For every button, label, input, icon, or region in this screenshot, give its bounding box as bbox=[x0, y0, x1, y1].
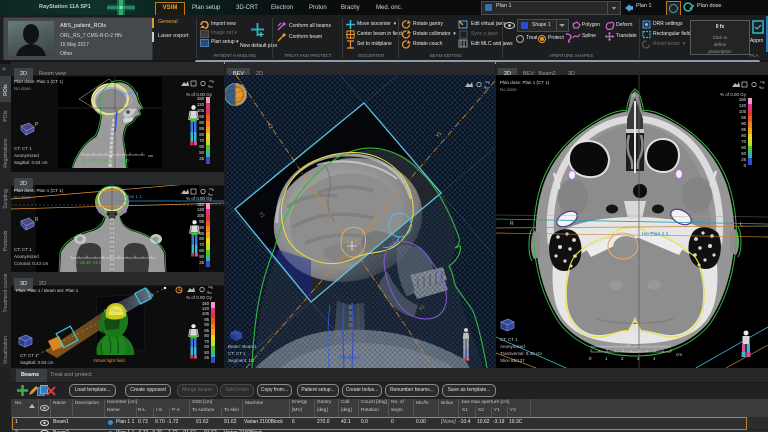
svg-text:30 -35 40 -45 50: 30 -35 40 -45 50 bbox=[73, 260, 104, 265]
svg-text:Iso Plan 1 1: Iso Plan 1 1 bbox=[104, 308, 128, 313]
svg-text:R: R bbox=[35, 217, 38, 223]
svg-text:P: P bbox=[35, 122, 38, 128]
svg-text:Iso Plan 1 1: Iso Plan 1 1 bbox=[115, 91, 139, 96]
svg-text:cm: cm bbox=[148, 153, 154, 158]
svg-text:Iso Plan 1 1: Iso Plan 1 1 bbox=[118, 194, 142, 199]
svg-text:B: 1/50 T: 50/50 L: 25/50: B: 1/50 T: 50/50 L: 25/50 bbox=[83, 158, 129, 163]
svg-text:L: L bbox=[740, 222, 743, 228]
svg-text:No dose: No dose bbox=[340, 355, 360, 361]
svg-text:Iso Plan 1 1: Iso Plan 1 1 bbox=[642, 231, 669, 237]
svg-text:Virtual light field: Virtual light field bbox=[93, 358, 125, 363]
svg-text:cm: cm bbox=[676, 352, 682, 357]
svg-text:R: R bbox=[510, 221, 514, 227]
